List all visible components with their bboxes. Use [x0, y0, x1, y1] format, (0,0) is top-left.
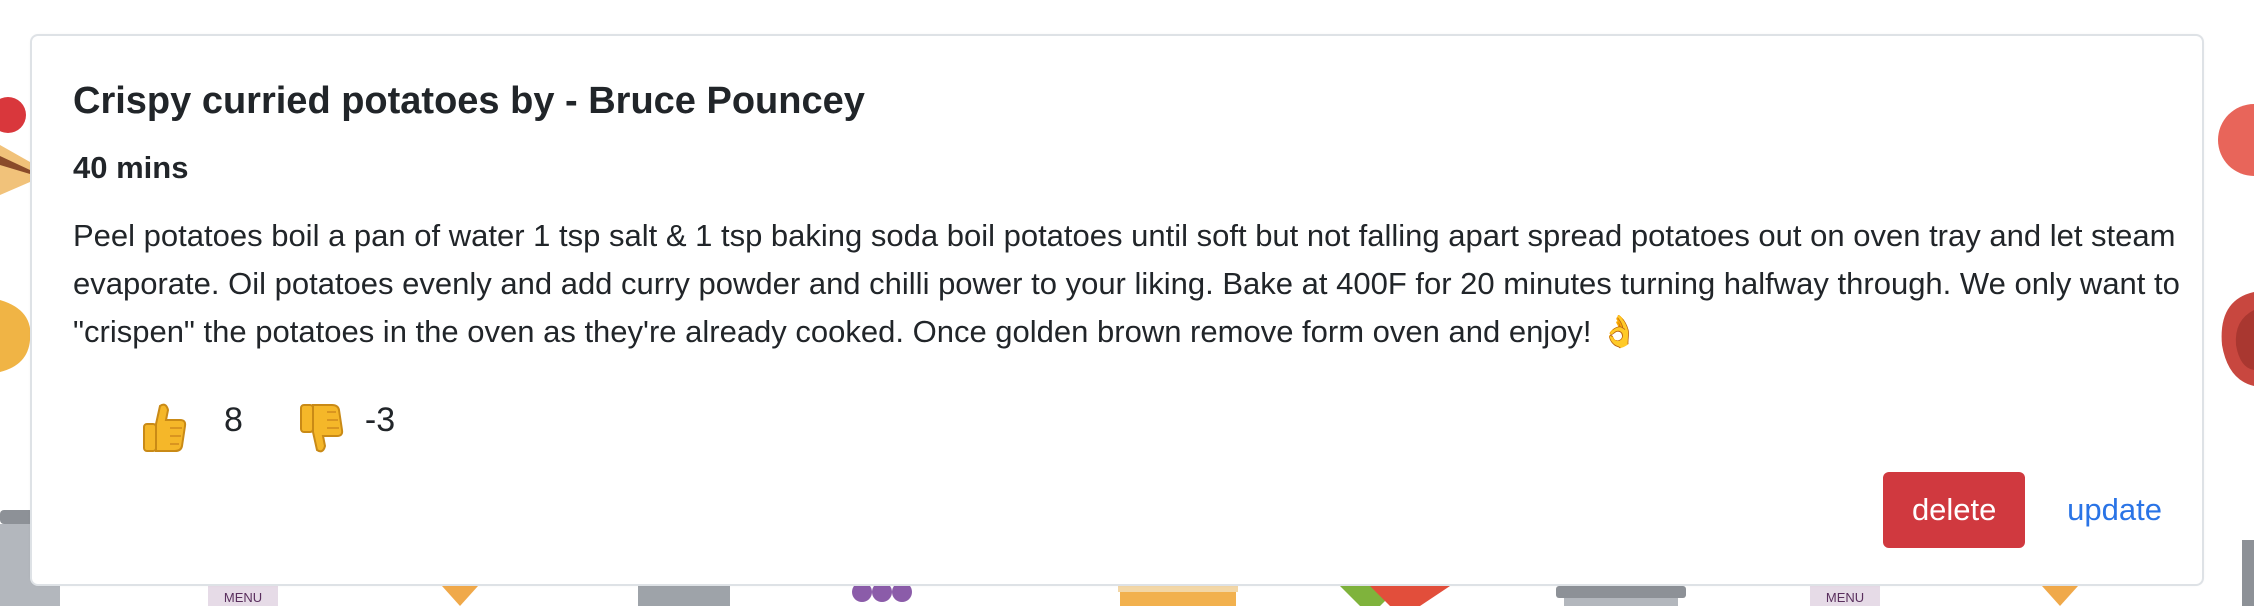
grapes-icon: [852, 586, 912, 602]
upvote-button[interactable]: 8: [140, 401, 243, 454]
recipe-time: 40 mins: [73, 150, 189, 185]
thumbs-up-icon: [143, 403, 187, 452]
upvote-count: 8: [224, 401, 243, 439]
recipe-title: Crispy curried potatoes by - Bruce Pounc…: [73, 80, 865, 122]
ice-cream-icon: [442, 586, 478, 606]
menu-board-icon: MENU: [208, 586, 278, 606]
croissant-icon: [0, 300, 31, 372]
grill-icon: [1556, 586, 1686, 606]
recipe-card: Crispy curried potatoes by - Bruce Pounc…: [30, 34, 2204, 586]
update-button[interactable]: update: [2067, 472, 2162, 548]
delete-button[interactable]: delete: [1883, 472, 2026, 548]
downvote-button[interactable]: -3: [297, 401, 396, 454]
svg-text:MENU: MENU: [224, 590, 262, 605]
utensil-icon: [2242, 540, 2254, 606]
ice-cream-icon: [2042, 586, 2078, 606]
menu-board-icon: MENU: [1810, 586, 1880, 606]
pepper-icon: [1340, 586, 1450, 606]
tomato-icon: [2218, 104, 2254, 176]
svg-text:MENU: MENU: [1826, 590, 1864, 605]
cake-bottom-icon: [1118, 586, 1238, 606]
downvote-count: -3: [364, 401, 396, 439]
thumbs-down-icon: [299, 404, 344, 453]
appliance-icon: [638, 586, 730, 606]
recipe-instructions: Peel potatoes boil a pan of water 1 tsp …: [73, 218, 2180, 349]
vote-group: 8 -3: [140, 393, 395, 463]
card-actions: delete update: [1883, 472, 2162, 548]
steak-icon: [2221, 292, 2254, 386]
